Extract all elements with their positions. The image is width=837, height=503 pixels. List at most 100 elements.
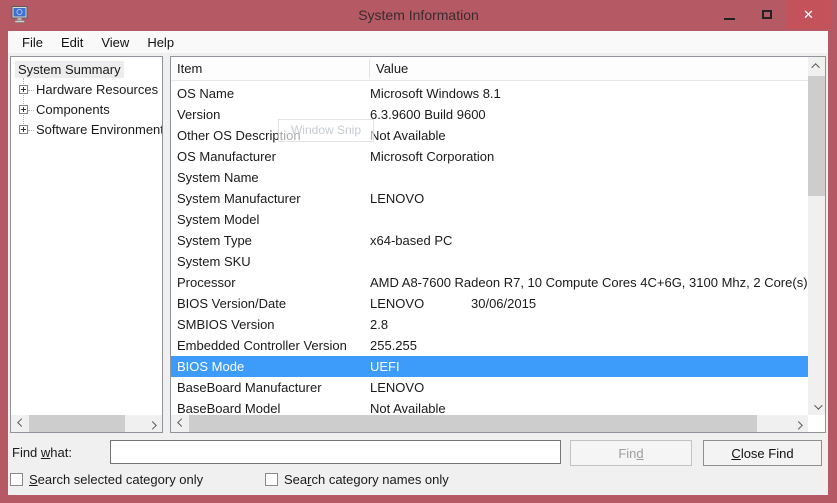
expand-plus-icon[interactable]: [19, 85, 28, 94]
minimize-button[interactable]: [710, 0, 748, 29]
expand-plus-icon[interactable]: [19, 125, 28, 134]
tree-item-system-summary[interactable]: System Summary: [11, 60, 162, 80]
scrollbar-thumb[interactable]: [29, 415, 125, 432]
titlebar[interactable]: System Information ✕: [0, 0, 837, 31]
column-header-value[interactable]: Value: [376, 61, 408, 76]
value-cell: x64-based PC: [370, 230, 808, 251]
value-cell: [370, 251, 808, 272]
list-header: Item Value: [171, 57, 825, 81]
tree-item-label: Components: [33, 101, 113, 118]
chevron-right-icon: [794, 421, 802, 429]
list-row-os-manufacturer[interactable]: OS ManufacturerMicrosoft Corporation: [171, 146, 808, 167]
tree-item-label: Software Environment: [33, 121, 162, 138]
item-cell: BIOS Version/Date: [171, 293, 370, 314]
checkbox-search-category-names-only[interactable]: Search category names only: [265, 471, 449, 487]
checkbox-box[interactable]: [10, 473, 23, 486]
chevron-left-icon: [17, 418, 25, 426]
expand-plus-icon[interactable]: [19, 105, 28, 114]
tree-item-components[interactable]: Components: [11, 100, 162, 120]
column-header-item[interactable]: Item: [177, 61, 202, 76]
value-cell: Microsoft Corporation: [370, 146, 808, 167]
maximize-icon: [762, 10, 772, 19]
list-horizontal-scrollbar[interactable]: [171, 415, 808, 432]
item-cell: System Name: [171, 167, 370, 188]
close-find-button[interactable]: Close Find: [703, 440, 822, 466]
chevron-down-icon: [814, 401, 822, 409]
tree-item-hardware-resources[interactable]: Hardware Resources: [11, 80, 162, 100]
value-cell: LENOVO: [370, 188, 808, 209]
scroll-right-button[interactable]: [791, 415, 808, 432]
list-row-embedded-controller-version[interactable]: Embedded Controller Version255.255: [171, 335, 808, 356]
chevron-right-icon: [148, 421, 156, 429]
menubar: FileEditViewHelp: [8, 31, 828, 53]
item-cell: Processor: [171, 272, 370, 293]
value-cell: AMD A8-7600 Radeon R7, 10 Compute Cores …: [370, 272, 808, 293]
close-button[interactable]: ✕: [786, 0, 831, 29]
value-cell: 255.255: [370, 335, 808, 356]
checkbox-label: Search category names only: [284, 472, 449, 487]
find-input[interactable]: [110, 440, 561, 464]
maximize-button[interactable]: [748, 0, 786, 29]
item-cell: BIOS Mode: [171, 356, 370, 377]
list-rows: OS NameMicrosoft Windows 8.1Version6.3.9…: [171, 81, 808, 415]
tree-item-label: System Summary: [15, 61, 124, 78]
tree-item-label: Hardware Resources: [33, 81, 161, 98]
scrollbar-thumb[interactable]: [189, 415, 757, 432]
list-row-bios-version-date[interactable]: BIOS Version/DateLENOVO30/06/2015: [171, 293, 808, 314]
list-row-system-model[interactable]: System Model: [171, 209, 808, 230]
list-row-smbios-version[interactable]: SMBIOS Version2.8: [171, 314, 808, 335]
value-cell: LENOVO: [370, 377, 808, 398]
chevron-left-icon: [177, 418, 185, 426]
value-cell: [370, 167, 808, 188]
menu-item-file[interactable]: File: [13, 33, 52, 52]
value-cell-secondary: 30/06/2015: [471, 293, 536, 314]
scroll-up-button[interactable]: [808, 57, 825, 74]
scroll-left-button[interactable]: [11, 415, 28, 432]
value-cell: Microsoft Windows 8.1: [370, 83, 808, 104]
menu-item-view[interactable]: View: [92, 33, 138, 52]
scroll-down-button[interactable]: [808, 398, 825, 415]
item-cell: Embedded Controller Version: [171, 335, 370, 356]
item-cell: System Manufacturer: [171, 188, 370, 209]
value-cell: LENOVO: [370, 293, 808, 314]
list-row-system-sku[interactable]: System SKU: [171, 251, 808, 272]
list-row-os-name[interactable]: OS NameMicrosoft Windows 8.1: [171, 83, 808, 104]
item-cell: System SKU: [171, 251, 370, 272]
tree-item-software-environment[interactable]: Software Environment: [11, 120, 162, 140]
item-cell: BaseBoard Manufacturer: [171, 377, 370, 398]
list-row-baseboard-manufacturer[interactable]: BaseBoard ManufacturerLENOVO: [171, 377, 808, 398]
menu-item-help[interactable]: Help: [138, 33, 183, 52]
item-cell: Version: [171, 104, 370, 125]
item-cell: System Model: [171, 209, 370, 230]
list-row-system-type[interactable]: System Typex64-based PC: [171, 230, 808, 251]
window-client-area: FileEditViewHelp System Summary Hardware …: [8, 31, 828, 495]
scroll-right-button[interactable]: [145, 415, 162, 432]
checkbox-search-selected-category-only[interactable]: Search selected category only: [10, 471, 203, 487]
value-cell: 2.8: [370, 314, 808, 335]
list-row-baseboard-model[interactable]: BaseBoard ModelNot Available: [171, 398, 808, 415]
list-row-bios-mode[interactable]: BIOS ModeUEFI: [171, 356, 808, 377]
window-controls: ✕: [710, 0, 831, 29]
chevron-up-icon: [811, 63, 819, 71]
list-vertical-scrollbar[interactable]: [808, 57, 825, 415]
list-row-system-manufacturer[interactable]: System ManufacturerLENOVO: [171, 188, 808, 209]
list-row-system-name[interactable]: System Name: [171, 167, 808, 188]
value-cell: Not Available: [370, 398, 808, 415]
list-row-other-os-description[interactable]: Other OS DescriptionNot Available: [171, 125, 808, 146]
system-information-window: System Information ✕ FileEditViewHelp Sy…: [0, 0, 837, 503]
find-button[interactable]: Find: [570, 440, 692, 466]
category-tree-pane: System Summary Hardware Resources Componen…: [10, 56, 163, 433]
tree-horizontal-scrollbar[interactable]: [11, 415, 162, 432]
scroll-left-button[interactable]: [171, 415, 188, 432]
checkbox-box[interactable]: [265, 473, 278, 486]
item-cell: OS Name: [171, 83, 370, 104]
scrollbar-thumb[interactable]: [808, 76, 825, 196]
list-row-processor[interactable]: ProcessorAMD A8-7600 Radeon R7, 10 Compu…: [171, 272, 808, 293]
details-list-pane: Item Value OS NameMicrosoft Windows 8.1V…: [170, 56, 826, 433]
menu-item-edit[interactable]: Edit: [52, 33, 92, 52]
list-row-version[interactable]: Version6.3.9600 Build 9600: [171, 104, 808, 125]
item-cell: SMBIOS Version: [171, 314, 370, 335]
item-cell: OS Manufacturer: [171, 146, 370, 167]
value-cell: UEFI: [370, 356, 808, 377]
value-cell: Not Available: [370, 125, 808, 146]
